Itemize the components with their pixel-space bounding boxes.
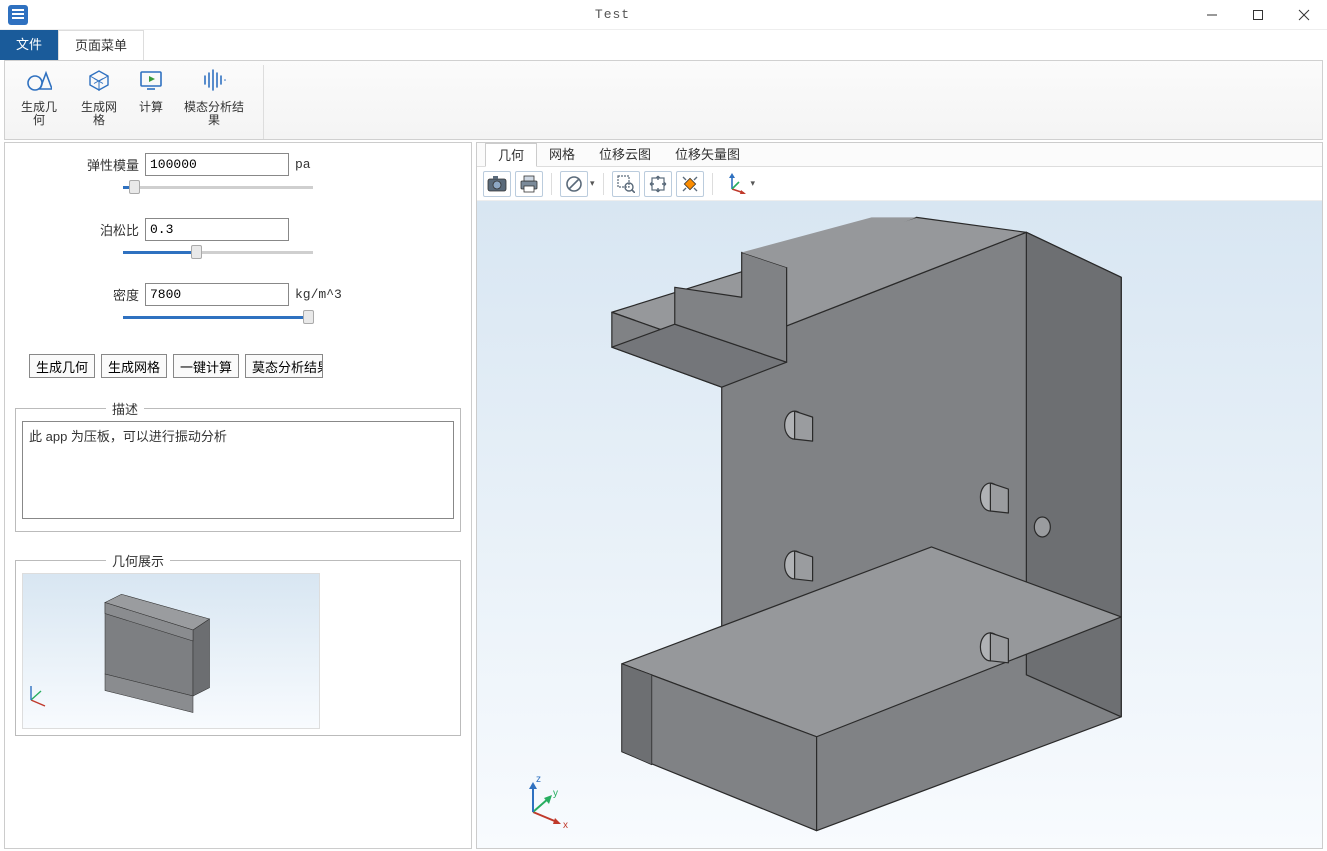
axis-orientation-icon[interactable]	[721, 171, 749, 197]
ribbon: 生成几何 生成网格 计算 模态分析结果	[5, 61, 1322, 139]
elastic-modulus-input[interactable]	[145, 153, 289, 176]
view-tab-displacement-cloud[interactable]: 位移云图	[587, 143, 663, 167]
viewport-panel: 几何 网格 位移云图 位移矢量图 ▾	[476, 142, 1323, 849]
svg-text:x: x	[563, 820, 568, 828]
main-viewport[interactable]: x y z	[477, 201, 1322, 848]
dropdown-caret-icon[interactable]: ▾	[590, 178, 595, 189]
fit-extents-icon[interactable]	[644, 171, 672, 197]
ribbon-gen-geometry[interactable]: 生成几何	[9, 65, 69, 129]
view-toolbar: ▾ ▾	[477, 167, 1322, 201]
play-monitor-icon	[138, 67, 164, 93]
modal-results-button[interactable]: 莫态分析结果	[245, 354, 323, 378]
mesh-cube-icon	[86, 67, 112, 93]
ribbon-compute-label: 计算	[139, 101, 163, 114]
window-title: Test	[36, 7, 1189, 22]
poisson-ratio-input[interactable]	[145, 218, 289, 241]
view-tab-displacement-vector[interactable]: 位移矢量图	[663, 143, 752, 167]
view-tabs: 几何 网格 位移云图 位移矢量图	[477, 143, 1322, 167]
view-tab-mesh[interactable]: 网格	[537, 143, 587, 167]
ribbon-gen-mesh[interactable]: 生成网格	[69, 65, 129, 129]
density-input[interactable]	[145, 283, 289, 306]
description-fieldset: 描述 此 app 为压板，可以进行振动分析	[15, 408, 461, 532]
description-text[interactable]: 此 app 为压板，可以进行振动分析	[22, 421, 454, 519]
geometry-preview-legend: 几何展示	[106, 551, 170, 570]
one-click-compute-button[interactable]: 一键计算	[173, 354, 239, 378]
poisson-ratio-slider[interactable]	[123, 243, 313, 261]
minimize-button[interactable]	[1189, 0, 1235, 30]
close-button[interactable]	[1281, 0, 1327, 30]
tab-file[interactable]: 文件	[0, 30, 58, 60]
elastic-modulus-slider[interactable]	[123, 178, 313, 196]
geometry-preview-viewport[interactable]	[22, 573, 320, 729]
density-slider[interactable]	[123, 308, 313, 326]
camera-icon[interactable]	[483, 171, 511, 197]
menubar: 文件 页面菜单	[0, 30, 1327, 60]
ribbon-modal-results-label: 模态分析结果	[181, 101, 247, 127]
properties-panel: 弹性模量 pa 泊松比 密度	[4, 142, 472, 849]
titlebar: Test	[0, 0, 1327, 30]
svg-text:z: z	[536, 774, 541, 785]
geometry-preview-fieldset: 几何展示	[15, 560, 461, 736]
tab-page-menu[interactable]: 页面菜单	[58, 30, 144, 60]
density-unit: kg/m^3	[295, 287, 342, 302]
no-entry-icon[interactable]	[560, 171, 588, 197]
view-tab-geometry[interactable]: 几何	[485, 143, 537, 167]
density-label: 密度	[83, 285, 139, 304]
app-icon	[6, 3, 30, 27]
zoom-box-icon[interactable]	[612, 171, 640, 197]
sphere-cone-icon	[26, 67, 52, 93]
gen-mesh-button[interactable]: 生成网格	[101, 354, 167, 378]
svg-text:y: y	[553, 788, 558, 799]
ribbon-modal-results[interactable]: 模态分析结果	[173, 65, 255, 129]
waveform-icon	[201, 67, 227, 93]
print-icon[interactable]	[515, 171, 543, 197]
dropdown-caret-icon[interactable]: ▾	[751, 178, 756, 189]
axis-gizmo: x y z	[517, 768, 577, 828]
description-legend: 描述	[106, 399, 144, 418]
zoom-selection-icon[interactable]	[676, 171, 704, 197]
gen-geometry-button[interactable]: 生成几何	[29, 354, 95, 378]
poisson-ratio-label: 泊松比	[83, 220, 139, 239]
ribbon-gen-geometry-label: 生成几何	[17, 101, 61, 127]
ribbon-gen-mesh-label: 生成网格	[77, 101, 121, 127]
ribbon-compute[interactable]: 计算	[129, 65, 173, 116]
maximize-button[interactable]	[1235, 0, 1281, 30]
elastic-modulus-unit: pa	[295, 157, 311, 172]
elastic-modulus-label: 弹性模量	[83, 155, 139, 174]
